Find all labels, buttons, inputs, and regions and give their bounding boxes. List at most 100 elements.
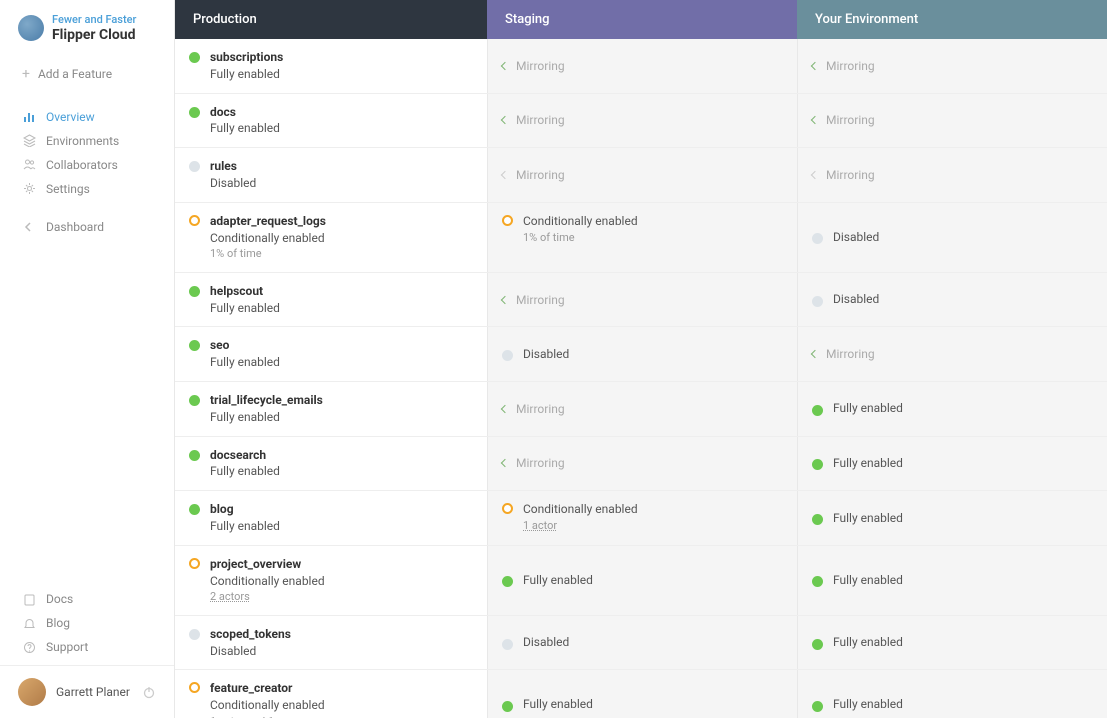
add-feature-button[interactable]: + Add a Feature	[0, 55, 174, 99]
cell-label: Disabled	[210, 175, 256, 192]
plus-icon: +	[22, 67, 30, 81]
cell-your[interactable]: Mirroring	[797, 94, 1107, 148]
cell-label: Fully enabled	[833, 400, 903, 417]
status-disabled-icon	[812, 296, 823, 307]
cell-prod[interactable]: scoped_tokensDisabled	[175, 616, 487, 670]
cell-staging[interactable]: Conditionally enabled1% of time	[487, 203, 797, 272]
power-icon[interactable]	[142, 685, 156, 699]
cell-label: Fully enabled	[210, 120, 280, 137]
mirror-chevron-icon	[501, 62, 509, 70]
cell-staging[interactable]: Disabled	[487, 616, 797, 670]
bottom-link-docs[interactable]: Docs	[0, 587, 174, 611]
feature-row: feature_creatorConditionally enabled1 ac…	[175, 670, 1107, 718]
cell-label: Fully enabled	[833, 455, 903, 472]
cell-extra: 1% of time	[523, 230, 638, 245]
cell-prod[interactable]: docsearchFully enabled	[175, 437, 487, 491]
cell-your[interactable]: Mirroring	[797, 39, 1107, 93]
status-enabled-icon	[812, 701, 823, 712]
bottom-link-support[interactable]: Support	[0, 635, 174, 659]
cell-prod[interactable]: subscriptionsFully enabled	[175, 39, 487, 93]
cell-prod[interactable]: feature_creatorConditionally enabled1 ac…	[175, 670, 487, 718]
cell-staging[interactable]: Conditionally enabled1 actor	[487, 491, 797, 545]
bottom-link-blog[interactable]: Blog	[0, 611, 174, 635]
feature-name: scoped_tokens	[210, 626, 291, 643]
bottom-link-label: Support	[46, 640, 88, 654]
cell-your[interactable]: Fully enabled	[797, 546, 1107, 615]
back-arrow-icon	[22, 220, 36, 234]
status-conditional-icon	[189, 215, 200, 226]
cell-your[interactable]: Disabled	[797, 203, 1107, 272]
status-enabled-icon	[189, 504, 200, 515]
cell-label: Fully enabled	[833, 510, 903, 527]
nav-dashboard[interactable]: Dashboard	[0, 215, 174, 239]
status-disabled-icon	[502, 350, 513, 361]
feature-row: blogFully enabledConditionally enabled1 …	[175, 491, 1107, 546]
cell-staging[interactable]: Disabled	[487, 327, 797, 381]
mirror-chevron-icon	[501, 116, 509, 124]
cell-label: Mirroring	[826, 168, 875, 182]
cell-label: Mirroring	[826, 113, 875, 127]
cell-label: Mirroring	[516, 168, 565, 182]
cell-label: Conditionally enabled	[523, 213, 638, 230]
cell-your[interactable]: Fully enabled	[797, 670, 1107, 718]
cell-prod[interactable]: helpscoutFully enabled	[175, 273, 487, 327]
user-section[interactable]: Garrett Planer	[0, 665, 174, 718]
help-icon	[22, 640, 36, 654]
cell-label: Mirroring	[826, 59, 875, 73]
status-enabled-icon	[812, 405, 823, 416]
cell-label: Fully enabled	[210, 300, 280, 317]
status-enabled-icon	[812, 639, 823, 650]
cell-label: Fully enabled	[210, 66, 283, 83]
user-name: Garrett Planer	[56, 685, 132, 699]
cell-staging[interactable]: Mirroring	[487, 382, 797, 436]
cell-prod[interactable]: blogFully enabled	[175, 491, 487, 545]
nav-item-environments[interactable]: Environments	[0, 129, 174, 153]
feature-name: blog	[210, 501, 280, 518]
status-disabled-icon	[189, 629, 200, 640]
cell-label: Mirroring	[826, 347, 875, 361]
mirror-chevron-icon	[501, 405, 509, 413]
status-conditional-icon	[189, 558, 200, 569]
cell-label: Disabled	[523, 634, 569, 651]
cell-label: Conditionally enabled	[523, 501, 638, 518]
status-conditional-icon	[189, 682, 200, 693]
cell-prod[interactable]: project_overviewConditionally enabled2 a…	[175, 546, 487, 615]
cell-staging[interactable]: Fully enabled	[487, 670, 797, 718]
cell-staging[interactable]: Mirroring	[487, 273, 797, 327]
cell-prod[interactable]: seoFully enabled	[175, 327, 487, 381]
cell-your[interactable]: Mirroring	[797, 327, 1107, 381]
cell-staging[interactable]: Mirroring	[487, 437, 797, 491]
add-feature-label: Add a Feature	[38, 67, 112, 81]
cell-your[interactable]: Fully enabled	[797, 382, 1107, 436]
nav-item-label: Collaborators	[46, 158, 118, 172]
cell-staging[interactable]: Mirroring	[487, 148, 797, 202]
cell-your[interactable]: Fully enabled	[797, 491, 1107, 545]
cell-your[interactable]: Mirroring	[797, 148, 1107, 202]
nav-item-label: Settings	[46, 182, 90, 196]
brand-tagline: Fewer and Faster	[52, 14, 136, 27]
cell-prod[interactable]: docsFully enabled	[175, 94, 487, 148]
cell-prod[interactable]: rulesDisabled	[175, 148, 487, 202]
cell-label: Mirroring	[516, 402, 565, 416]
logo-icon	[18, 15, 44, 41]
feature-row: docsearchFully enabledMirroring Fully ena…	[175, 437, 1107, 492]
main-content: Production Staging Your Environment subs…	[175, 0, 1107, 718]
cell-staging[interactable]: Mirroring	[487, 94, 797, 148]
feature-name: feature_creator	[210, 680, 325, 697]
nav-item-settings[interactable]: Settings	[0, 177, 174, 201]
cell-your[interactable]: Fully enabled	[797, 437, 1107, 491]
feature-row: rulesDisabled Mirroring Mirroring	[175, 148, 1107, 203]
bottom-link-label: Blog	[46, 616, 70, 630]
cell-staging[interactable]: Fully enabled	[487, 546, 797, 615]
feature-name: helpscout	[210, 283, 280, 300]
status-enabled-icon	[189, 52, 200, 63]
cell-staging[interactable]: Mirroring	[487, 39, 797, 93]
cell-prod[interactable]: adapter_request_logsConditionally enable…	[175, 203, 487, 272]
brand[interactable]: Fewer and Faster Flipper Cloud	[0, 0, 174, 55]
cell-prod[interactable]: trial_lifecycle_emailsFully enabled	[175, 382, 487, 436]
cell-your[interactable]: Disabled	[797, 273, 1107, 327]
nav-item-collaborators[interactable]: Collaborators	[0, 153, 174, 177]
cell-your[interactable]: Fully enabled	[797, 616, 1107, 670]
nav-item-overview[interactable]: Overview	[0, 105, 174, 129]
cell-label: Mirroring	[516, 113, 565, 127]
